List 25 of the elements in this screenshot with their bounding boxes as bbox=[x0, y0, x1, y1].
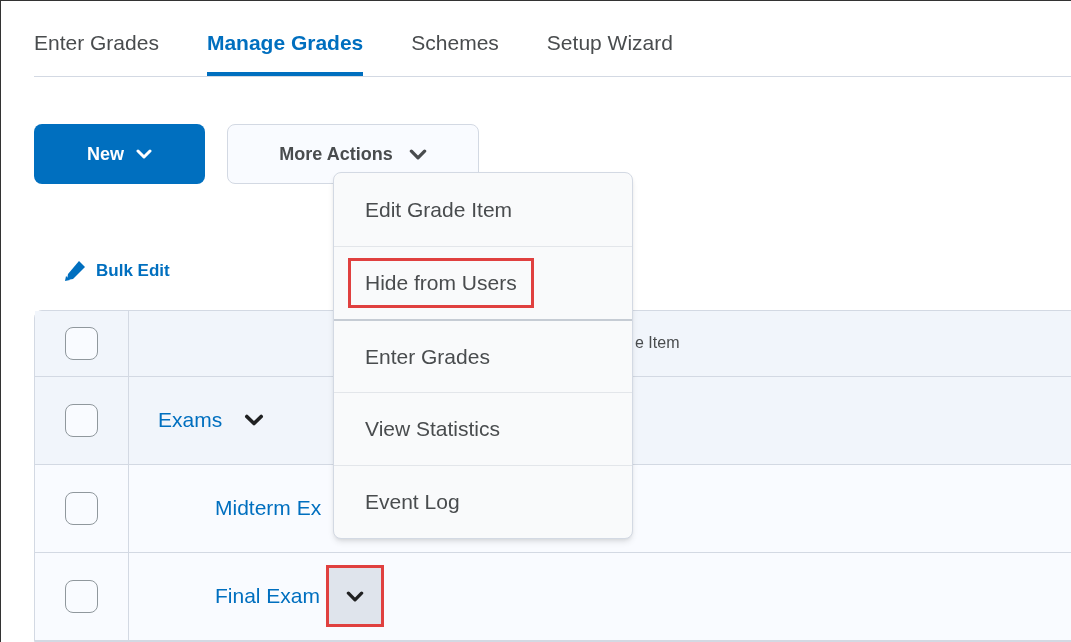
menu-item[interactable]: View Statistics bbox=[348, 404, 517, 454]
checkbox[interactable] bbox=[65, 326, 98, 360]
chevron-down-icon bbox=[136, 149, 152, 159]
menu-item[interactable]: Enter Grades bbox=[348, 331, 507, 382]
chevron-down-icon bbox=[346, 590, 365, 602]
checkbox[interactable] bbox=[65, 579, 98, 613]
grade-item-link[interactable]: Final Exam bbox=[215, 580, 321, 612]
dropdown-button[interactable] bbox=[326, 565, 385, 627]
column-header: e Item bbox=[635, 333, 680, 353]
tab[interactable]: Manage Grades bbox=[206, 26, 364, 76]
pencil-icon bbox=[62, 258, 88, 283]
tab[interactable]: Schemes bbox=[411, 26, 499, 76]
menu-item[interactable]: Event Log bbox=[348, 477, 477, 527]
checkbox[interactable] bbox=[65, 403, 98, 437]
menu-item[interactable]: Hide from Users bbox=[348, 258, 534, 308]
tab[interactable]: Enter Grades bbox=[34, 26, 159, 76]
category-link[interactable]: Exams bbox=[158, 404, 223, 436]
tab[interactable]: Setup Wizard bbox=[546, 26, 673, 76]
grade-item-link[interactable]: Midterm Ex bbox=[215, 492, 322, 524]
new-button[interactable]: New bbox=[34, 124, 205, 184]
menu-item[interactable]: Edit Grade Item bbox=[348, 184, 530, 235]
chevron-down-icon bbox=[244, 414, 265, 426]
bulk-edit-button[interactable]: Bulk Edit bbox=[62, 258, 170, 284]
chevron-down-icon bbox=[408, 148, 427, 160]
checkbox[interactable] bbox=[65, 491, 98, 525]
